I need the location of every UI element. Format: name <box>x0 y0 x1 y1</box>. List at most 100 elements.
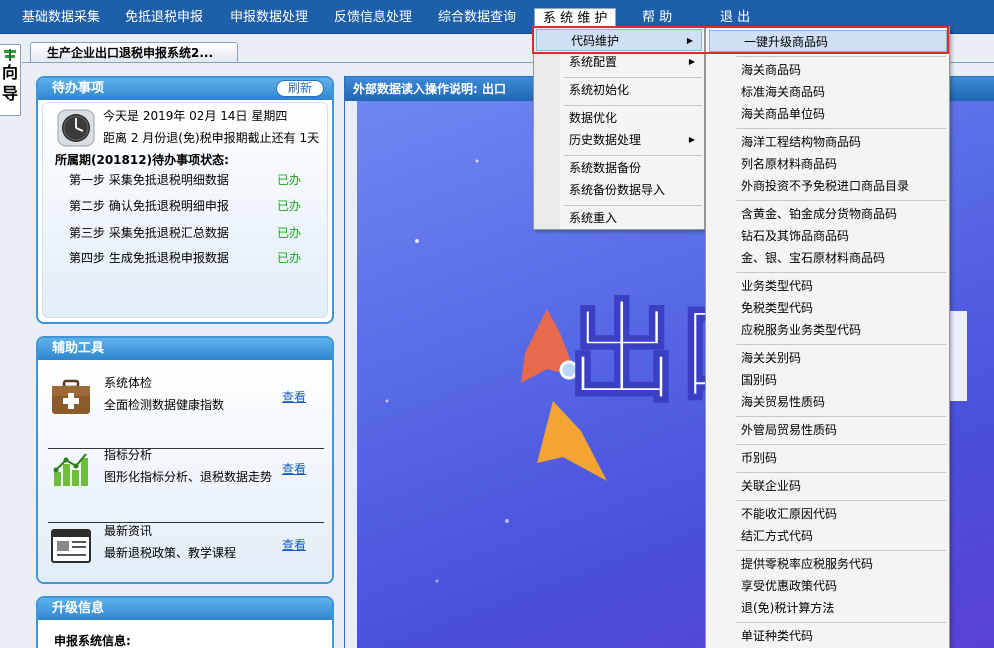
menu-separator <box>736 200 946 201</box>
menu-item-country-code[interactable]: 国别码 <box>707 369 947 391</box>
menu-separator <box>564 77 702 78</box>
menu-item-settlement-method[interactable]: 结汇方式代码 <box>707 525 947 547</box>
view-link[interactable]: 查看 <box>282 536 306 553</box>
menu-item-marine-code[interactable]: 海洋工程结构物商品码 <box>707 131 947 153</box>
menu-item-service-type[interactable]: 应税服务业务类型代码 <box>707 319 947 341</box>
state-title: 所属期(201812)待办事项状态: <box>55 153 229 167</box>
upgrade-panel: 升级信息 申报系统信息: <box>36 596 334 648</box>
tool-desc: 全面检测数据健康指数 <box>104 398 225 412</box>
menu-tax-declare[interactable]: 免抵退税申报 <box>117 8 211 28</box>
menu-item-affiliate-code[interactable]: 关联企业码 <box>707 475 947 497</box>
toolbox-icon <box>52 379 90 414</box>
submenu-arrow-icon: ▶ <box>688 57 695 66</box>
menu-separator <box>736 56 946 57</box>
menu-help[interactable]: 帮 助 <box>634 8 680 28</box>
menu-query[interactable]: 综合数据查询 <box>430 8 524 28</box>
view-link[interactable]: 查看 <box>282 388 306 405</box>
menu-item-trade-nature[interactable]: 海关贸易性质码 <box>707 391 947 413</box>
menu-item-gem-code[interactable]: 金、银、宝石原材料商品码 <box>707 247 947 269</box>
menu-system-maintenance[interactable]: 系 统 维 护 <box>534 8 617 28</box>
menu-item-preferential-policy[interactable]: 享受优惠政策代码 <box>707 575 947 597</box>
tools-title: 辅助工具 <box>52 341 105 356</box>
step-status: 已办 <box>277 226 302 240</box>
menu-separator <box>736 500 946 501</box>
step-label: 第四步 生成免抵退税申报数据 <box>69 251 229 265</box>
submenu-arrow-icon: ▶ <box>688 135 695 144</box>
menu-item-customs-unit-code[interactable]: 海关商品单位码 <box>707 103 947 125</box>
menu-item-gold-code[interactable]: 含黄金、铂金成分货物商品码 <box>707 203 947 225</box>
menu-declare-process[interactable]: 申报数据处理 <box>222 8 316 28</box>
tool-name: 最新资讯 <box>104 524 153 538</box>
highlight-annotation <box>532 26 949 54</box>
deadline-text: 距离 2 月份退(免)税申报期截止还有 1天 <box>103 131 320 145</box>
menu-item-raw-material-code[interactable]: 列名原材料商品码 <box>707 153 947 175</box>
tool-system-check: 系统体检 全面检测数据健康指数 查看 <box>46 362 326 434</box>
todo-body: 今天是 2019年 02月 14日 星期四 距离 2 月份退(免)税申报期截止还… <box>42 102 328 318</box>
step-row: 第三步 采集免抵退税汇总数据 已办 <box>69 224 319 242</box>
menu-separator <box>736 272 946 273</box>
menu-item-diamond-code[interactable]: 钻石及其饰品商品码 <box>707 225 947 247</box>
view-link[interactable]: 查看 <box>282 460 306 477</box>
menu-separator <box>564 205 702 206</box>
refresh-button[interactable]: 刷新 <box>276 80 324 97</box>
today-text: 今天是 2019年 02月 14日 星期四 <box>103 109 288 123</box>
menu-item-data-optimize[interactable]: 数据优化 <box>535 107 703 129</box>
wizard-label: 向导 <box>1 63 18 103</box>
menu-item-data-backup[interactable]: 系统数据备份 <box>535 157 703 179</box>
upgrade-sub: 申报系统信息: <box>54 634 131 648</box>
tool-latest-news: 最新资讯 最新退税政策、教学课程 查看 <box>46 510 326 582</box>
upgrade-title: 升级信息 <box>52 601 105 616</box>
tool-desc: 图形化指标分析、退税数据走势 <box>104 470 273 484</box>
news-browser-icon <box>51 529 91 563</box>
clock-icon <box>57 109 95 147</box>
menu-separator <box>564 155 702 156</box>
menu-item-system-reenter[interactable]: 系统重入 <box>535 207 703 229</box>
menu-separator <box>736 550 946 551</box>
step-label: 第一步 采集免抵退税明细数据 <box>69 173 229 187</box>
menu-item-zero-rate-service[interactable]: 提供零税率应税服务代码 <box>707 553 947 575</box>
menu-item-customs-office[interactable]: 海关关别码 <box>707 347 947 369</box>
step-label: 第三步 采集免抵退税汇总数据 <box>69 226 229 240</box>
menu-item-customs-code[interactable]: 海关商品码 <box>707 59 947 81</box>
step-label: 第二步 确认免抵退税明细申报 <box>69 199 229 213</box>
tool-name: 系统体检 <box>104 376 153 390</box>
tools-body: 系统体检 全面检测数据健康指数 查看 指标分析 图形化指标分析、退税数据走势 查… <box>38 360 332 582</box>
menu-exit[interactable]: 退 出 <box>712 8 758 28</box>
menu-item-tax-calc-method[interactable]: 退(免)税计算方法 <box>707 597 947 619</box>
menu-item-backup-import[interactable]: 系统备份数据导入 <box>535 179 703 201</box>
menu-item-document-type[interactable]: 单证种类代码 <box>707 625 947 647</box>
menu-separator <box>736 472 946 473</box>
todo-header: 待办事项 刷新 <box>38 78 332 100</box>
step-row: 第二步 确认免抵退税明细申报 已办 <box>69 197 319 215</box>
system-maintenance-menu: 代码维护 ▶ 系统配置 ▶ 系统初始化 数据优化 历史数据处理 ▶ 系统数据备份… <box>533 26 705 230</box>
menu-item-system-config[interactable]: 系统配置 ▶ <box>535 51 703 73</box>
menu-separator <box>736 344 946 345</box>
todo-panel: 待办事项 刷新 今天是 2019年 02月 14日 星期四 距离 2 月份退(免… <box>36 76 334 324</box>
wizard-tab[interactable]: 向导 <box>0 44 21 116</box>
menu-item-currency-code[interactable]: 币别码 <box>707 447 947 469</box>
menu-item-system-init[interactable]: 系统初始化 <box>535 79 703 101</box>
code-maintenance-submenu: 一键升级商品码 海关商品码 标准海关商品码 海关商品单位码 海洋工程结构物商品码… <box>705 26 950 648</box>
step-status: 已办 <box>277 251 302 265</box>
menu-item-exempt-type[interactable]: 免税类型代码 <box>707 297 947 319</box>
menu-item-std-customs-code[interactable]: 标准海关商品码 <box>707 81 947 103</box>
menu-item-no-collection-reason[interactable]: 不能收汇原因代码 <box>707 503 947 525</box>
step-row: 第四步 生成免抵退税申报数据 已办 <box>69 249 319 267</box>
step-status: 已办 <box>277 199 302 213</box>
menu-separator <box>736 622 946 623</box>
menu-basic-data[interactable]: 基础数据采集 <box>14 8 108 28</box>
menu-separator <box>736 444 946 445</box>
menu-item-foreign-invest-catalog[interactable]: 外商投资不予免税进口商品目录 <box>707 175 947 197</box>
step-row: 第一步 采集免抵退税明细数据 已办 <box>69 171 319 189</box>
tool-indicator-analysis: 指标分析 图形化指标分析、退税数据走势 查看 <box>46 434 326 506</box>
menu-separator <box>736 416 946 417</box>
menu-feedback[interactable]: 反馈信息处理 <box>326 8 420 28</box>
menu-separator <box>564 105 702 106</box>
step-status: 已办 <box>277 173 302 187</box>
menu-item-business-type[interactable]: 业务类型代码 <box>707 275 947 297</box>
menu-item-history-data[interactable]: 历史数据处理 ▶ <box>535 129 703 151</box>
menu-item-safe-trade-nature[interactable]: 外管局贸易性质码 <box>707 419 947 441</box>
tab-main-document[interactable]: 生产企业出口退税申报系统2... <box>30 42 238 63</box>
upgrade-header: 升级信息 <box>38 598 332 620</box>
tools-header: 辅助工具 <box>38 338 332 360</box>
